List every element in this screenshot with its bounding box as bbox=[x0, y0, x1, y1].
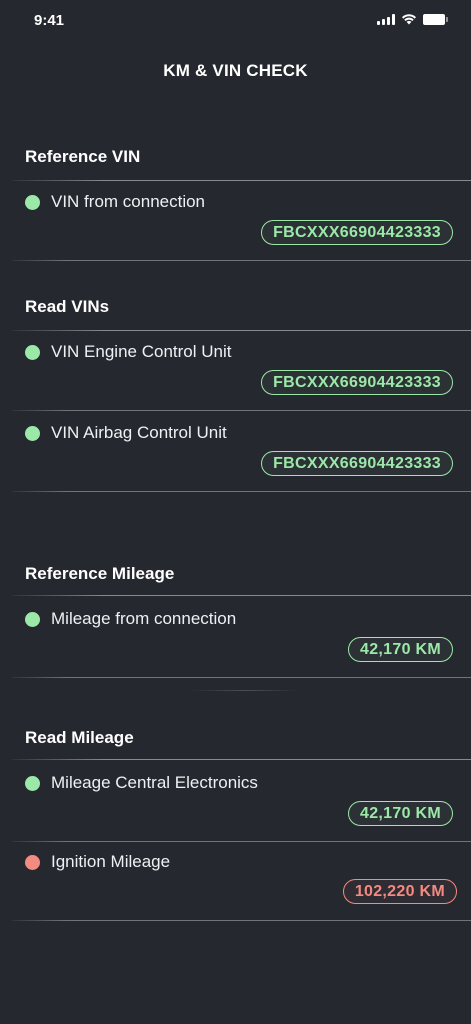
vin-row-label: VIN Engine Control Unit bbox=[25, 342, 231, 362]
status-ok-icon bbox=[25, 611, 40, 627]
section-title-read-vins: Read VINs bbox=[25, 297, 110, 316]
vin-row-label: VIN from connection bbox=[25, 192, 205, 212]
item-label: Mileage from connection bbox=[51, 609, 237, 628]
item-label: Ignition Mileage bbox=[51, 852, 171, 871]
item-label: VIN from connection bbox=[51, 192, 206, 211]
mileage-value-badge: 42,170 KM bbox=[348, 637, 453, 662]
status-ok-icon bbox=[25, 775, 40, 791]
mileage-value-badge: 42,170 KM bbox=[348, 801, 453, 826]
vin-value-badge: FBCXXX66904423333 bbox=[261, 370, 453, 395]
divider bbox=[12, 410, 471, 411]
mileage-row-label: Mileage Central Electronics bbox=[25, 773, 258, 793]
divider bbox=[12, 595, 471, 596]
mileage-row-label: Ignition Mileage bbox=[25, 852, 170, 872]
item-label: VIN Airbag Control Unit bbox=[51, 423, 227, 442]
divider bbox=[190, 690, 300, 691]
cellular-signal-icon bbox=[377, 13, 395, 25]
item-label: Mileage Central Electronics bbox=[51, 773, 258, 792]
item-label: VIN Engine Control Unit bbox=[51, 342, 232, 361]
wifi-icon bbox=[402, 14, 416, 25]
status-icons bbox=[377, 13, 448, 25]
divider bbox=[12, 491, 471, 492]
status-ok-icon bbox=[25, 344, 40, 360]
status-error-icon bbox=[25, 854, 40, 870]
vin-value-badge: FBCXXX66904423333 bbox=[261, 451, 453, 476]
status-time: 9:41 bbox=[34, 12, 65, 29]
status-bar: 9:41 bbox=[0, 0, 471, 44]
page-title: KM & VIN CHECK bbox=[163, 61, 308, 80]
divider bbox=[12, 841, 471, 842]
divider bbox=[12, 260, 471, 261]
battery-icon bbox=[423, 13, 448, 25]
divider bbox=[12, 920, 471, 921]
status-ok-icon bbox=[25, 425, 40, 441]
vin-row-label: VIN Airbag Control Unit bbox=[25, 423, 227, 443]
divider bbox=[12, 759, 471, 760]
vin-value-badge: FBCXXX66904423333 bbox=[261, 220, 453, 245]
divider bbox=[12, 180, 471, 181]
section-title-reference-vin: Reference VIN bbox=[25, 147, 141, 166]
mileage-value-badge-error: 102,220 KM bbox=[342, 879, 457, 904]
mileage-row-label: Mileage from connection bbox=[25, 609, 236, 629]
divider bbox=[12, 330, 471, 331]
section-title-read-mileage: Read Mileage bbox=[25, 728, 134, 747]
status-ok-icon bbox=[25, 194, 40, 210]
divider bbox=[12, 677, 471, 678]
section-title-reference-mileage: Reference Mileage bbox=[25, 564, 175, 583]
